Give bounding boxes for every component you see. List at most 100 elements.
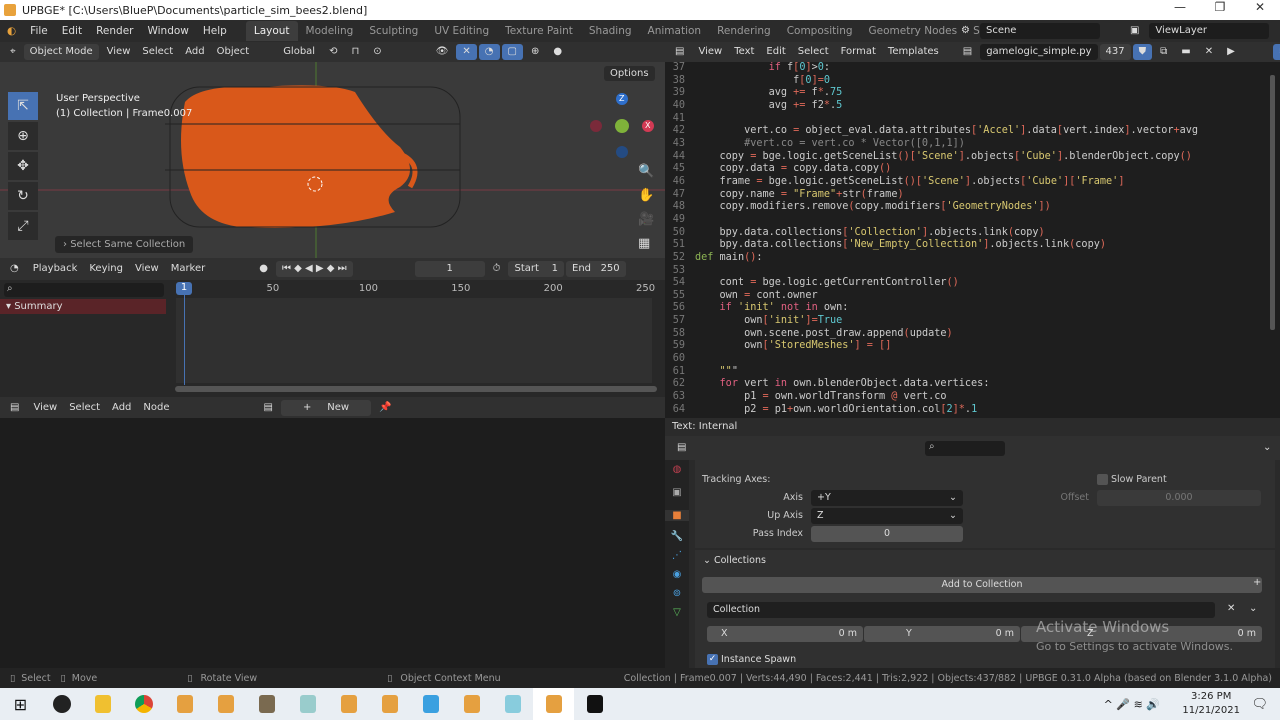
upbge-taskbar-icon[interactable] bbox=[328, 688, 369, 720]
code-line[interactable]: 58 own.scene.post_draw.append(update) bbox=[665, 328, 1280, 341]
viewport-menu-add[interactable]: Add bbox=[179, 43, 210, 61]
timeline-menu-keying[interactable]: Keying bbox=[83, 260, 129, 278]
node-editor-icon[interactable]: ▤ bbox=[4, 399, 25, 417]
text-menu-templates[interactable]: Templates bbox=[882, 43, 945, 61]
offset-x-field[interactable]: X 0 m bbox=[707, 626, 863, 642]
fake-user-icon[interactable]: ⛊ bbox=[1132, 44, 1153, 60]
node-menu-view[interactable]: View bbox=[27, 399, 63, 417]
start-frame-field[interactable]: Start 1 bbox=[508, 261, 564, 277]
chrome-taskbar-icon[interactable] bbox=[123, 688, 164, 720]
collections-panel-header[interactable]: ⌄ Collections bbox=[703, 555, 766, 566]
workspace-tab-shading[interactable]: Shading bbox=[581, 21, 640, 41]
playback-controls[interactable]: ⏮ ◆ ◀ ▶ ◆ ⏭ bbox=[276, 261, 353, 277]
shading-solid-icon[interactable]: ● bbox=[547, 43, 568, 61]
options-chevron-icon[interactable]: ⌄ bbox=[1257, 439, 1277, 457]
menu-edit[interactable]: Edit bbox=[55, 20, 89, 42]
paint-taskbar-icon[interactable] bbox=[287, 688, 328, 720]
blender-menu-icon[interactable]: ◐ bbox=[0, 20, 23, 42]
timeline-scrollbar[interactable] bbox=[175, 386, 657, 392]
rotate-tool-icon[interactable]: ↻ bbox=[8, 182, 38, 210]
line-numbers-toggle[interactable]: ≡ bbox=[1272, 44, 1280, 60]
code-scrollbar[interactable] bbox=[1270, 75, 1275, 330]
gizmo-z-label[interactable]: Z bbox=[619, 94, 624, 103]
last-operator-panel[interactable]: › Select Same Collection bbox=[55, 236, 194, 253]
upbge-taskbar-icon[interactable] bbox=[205, 688, 246, 720]
workspace-tab-layout[interactable]: Layout bbox=[245, 21, 298, 41]
code-line[interactable]: 44 copy = bge.logic.getSceneList()['Scen… bbox=[665, 151, 1280, 164]
summary-channel[interactable]: ▾ Summary bbox=[0, 299, 166, 314]
node-editor-canvas[interactable] bbox=[0, 418, 665, 668]
open-folder-icon[interactable]: ▬ bbox=[1175, 43, 1196, 61]
timeline-menu-playback[interactable]: Playback bbox=[27, 260, 84, 278]
code-line[interactable]: 42 vert.co = object_eval.data.attributes… bbox=[665, 125, 1280, 138]
maximize-button[interactable]: ❐ bbox=[1200, 0, 1240, 14]
collection-menu-chevron-icon[interactable]: ⌄ bbox=[1249, 603, 1257, 614]
collection-name-field[interactable]: Collection bbox=[707, 602, 1215, 618]
stopwatch-icon[interactable]: ⏱ bbox=[487, 260, 507, 278]
physics-tab-icon[interactable]: ◉ bbox=[665, 569, 689, 580]
node-menu-node[interactable]: Node bbox=[137, 399, 175, 417]
camera-icon[interactable]: 🎥 bbox=[638, 212, 654, 227]
view-layer-icon[interactable]: ▣ bbox=[1124, 22, 1145, 40]
viewport-menu-object[interactable]: Object bbox=[211, 43, 256, 61]
3d-viewport[interactable]: Z X ⇱ ⊕ ✥ ↻ ⤢ User Perspective (1) Colle… bbox=[0, 62, 665, 258]
code-line[interactable]: 49 bbox=[665, 214, 1280, 227]
object-tab-icon[interactable]: ■ bbox=[665, 510, 689, 521]
options-dropdown[interactable]: Options bbox=[604, 66, 655, 81]
properties-editor-icon[interactable]: ▤ bbox=[671, 439, 692, 457]
code-line[interactable]: 38 f[0]=0 bbox=[665, 75, 1280, 88]
remove-collection-icon[interactable]: ✕ bbox=[1227, 603, 1235, 614]
code-line[interactable]: 48 copy.modifiers.remove(copy.modifiers[… bbox=[665, 201, 1280, 214]
pin-icon[interactable]: 📌 bbox=[373, 399, 397, 417]
node-menu-add[interactable]: Add bbox=[106, 399, 137, 417]
timeline-editor-icon[interactable]: ◔ bbox=[4, 260, 25, 278]
code-line[interactable]: 52 def main(): bbox=[665, 252, 1280, 265]
xray-toggle[interactable]: ▢ bbox=[501, 44, 523, 60]
code-line[interactable]: 56 if 'init' not in own: bbox=[665, 302, 1280, 315]
constraints-tab-icon[interactable]: ⊚ bbox=[665, 588, 689, 599]
modifier-tab-icon[interactable]: 🔧 bbox=[665, 531, 689, 542]
close-button[interactable]: ✕ bbox=[1240, 0, 1280, 14]
text-file-selector[interactable]: gamelogic_simple.py bbox=[980, 44, 1098, 60]
record-button[interactable]: ● bbox=[253, 260, 274, 278]
start-button[interactable]: ⊞ bbox=[0, 688, 41, 720]
object-mode-dropdown[interactable]: Object Mode bbox=[23, 44, 99, 60]
minimize-button[interactable]: — bbox=[1160, 0, 1200, 14]
gimp-taskbar-icon[interactable] bbox=[246, 688, 287, 720]
timeline-area[interactable]: ⌕ ▾ Summary 50 100 150 200 250 1 bbox=[0, 280, 665, 397]
code-line[interactable]: 62 for vert in own.blenderObject.data.ve… bbox=[665, 378, 1280, 391]
notepad-taskbar-icon[interactable] bbox=[492, 688, 533, 720]
file-explorer-taskbar-icon[interactable] bbox=[82, 688, 123, 720]
pass-index-field[interactable]: 0 bbox=[811, 526, 963, 542]
code-line[interactable]: 46 frame = bge.logic.getSceneList()['Sce… bbox=[665, 176, 1280, 189]
pivot-icon[interactable]: ⟲ bbox=[323, 43, 343, 61]
menu-help[interactable]: Help bbox=[196, 20, 234, 42]
duplicate-icon[interactable]: ⧉ bbox=[1154, 43, 1173, 61]
timeline-menu-marker[interactable]: Marker bbox=[165, 260, 212, 278]
workspace-tab-sculpting[interactable]: Sculpting bbox=[361, 21, 426, 41]
code-line[interactable]: 63 p1 = own.worldTransform @ vert.co bbox=[665, 391, 1280, 404]
workspace-tab-compositing[interactable]: Compositing bbox=[779, 21, 861, 41]
world-tab-icon[interactable]: ◍ bbox=[665, 464, 689, 475]
code-line[interactable]: 45 copy.data = copy.data.copy() bbox=[665, 163, 1280, 176]
text-menu-format[interactable]: Format bbox=[835, 43, 882, 61]
cursor-tool-icon[interactable]: ⊕ bbox=[8, 122, 38, 150]
offset-y-field[interactable]: Y 0 m bbox=[864, 626, 1020, 642]
upbge-taskbar-icon[interactable] bbox=[369, 688, 410, 720]
timeline-menu-view[interactable]: View bbox=[129, 260, 165, 278]
text-menu-view[interactable]: View bbox=[692, 43, 728, 61]
run-script-icon[interactable]: ▶ bbox=[1221, 43, 1241, 61]
viewport-menu-select[interactable]: Select bbox=[136, 43, 179, 61]
workspace-tab-uv-editing[interactable]: UV Editing bbox=[426, 21, 497, 41]
add-to-collection-button[interactable]: Add to Collection bbox=[702, 577, 1262, 593]
code-line[interactable]: 53 bbox=[665, 265, 1280, 278]
text-editor-icon[interactable]: ▤ bbox=[669, 43, 690, 61]
collection-tab-icon[interactable]: ▣ bbox=[665, 487, 689, 498]
scene-icon[interactable]: ⚙ bbox=[955, 22, 976, 40]
pan-hand-icon[interactable]: ✋ bbox=[638, 188, 654, 203]
text-menu-edit[interactable]: Edit bbox=[760, 43, 791, 61]
code-line[interactable]: 43 #vert.co = vert.co * Vector([0,1,1]) bbox=[665, 138, 1280, 151]
node-menu-select[interactable]: Select bbox=[63, 399, 106, 417]
view-layer-selector[interactable]: ViewLayer bbox=[1149, 23, 1270, 39]
node-tree-type-icon[interactable]: ▤ bbox=[258, 399, 279, 417]
